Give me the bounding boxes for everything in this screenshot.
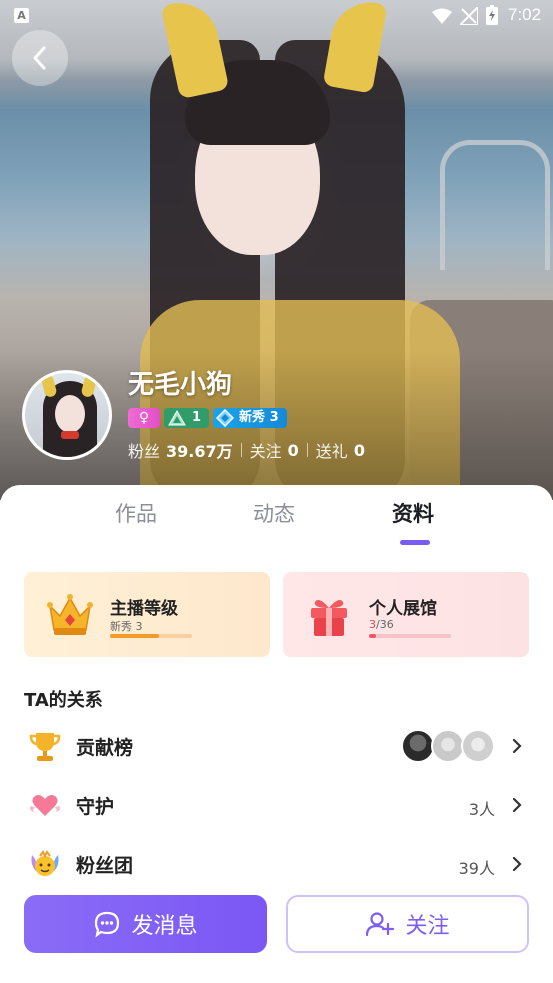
- back-button[interactable]: [12, 30, 68, 86]
- tab-works[interactable]: 作品: [115, 498, 157, 528]
- gifts-label: 送礼: [315, 442, 348, 461]
- user-level-badge[interactable]: 1: [164, 408, 210, 428]
- badge-row: ♀ 1 新秀 3: [128, 408, 287, 428]
- fan-club-icon: [31, 850, 59, 876]
- host-level-progress-fill: [110, 634, 160, 638]
- top-contributors: [401, 729, 497, 763]
- guardian-label: 守护: [76, 796, 115, 818]
- chevron-right-icon: [512, 856, 522, 872]
- mountain-level-icon: [168, 410, 186, 426]
- gallery-current: 3: [369, 618, 376, 631]
- send-message-label: 发消息: [131, 914, 198, 939]
- diamond-level-icon: [216, 409, 235, 427]
- host-level-card[interactable]: 主播等级 新秀 3: [24, 572, 270, 657]
- fans-label: 粉丝: [128, 442, 161, 461]
- divider: [240, 443, 242, 457]
- host-level-value: 新秀 3: [110, 620, 143, 633]
- gift-icon: [311, 600, 347, 636]
- fan-club-label: 粉丝团: [76, 855, 134, 877]
- chevron-left-icon: [33, 46, 46, 70]
- host-level-progress: [110, 634, 192, 638]
- clock: 7:02: [508, 5, 542, 24]
- fans-count[interactable]: 39.67万: [166, 438, 233, 462]
- profile-stats: 粉丝 39.67万 关注 0 送礼 0: [128, 438, 365, 462]
- avatar[interactable]: [22, 370, 112, 460]
- send-message-button[interactable]: 发消息: [24, 895, 267, 953]
- contribution-ranking-row[interactable]: 贡献榜: [0, 721, 553, 771]
- personal-gallery-progress-fill: [369, 634, 376, 638]
- relations-heading: TA的关系: [24, 690, 103, 711]
- personal-gallery-progress: [369, 634, 451, 638]
- tab-moments[interactable]: 动态: [253, 498, 295, 528]
- divider: [306, 443, 308, 457]
- follow-label: 关注: [405, 914, 450, 939]
- no-sim-icon: [460, 7, 478, 25]
- gifts-count[interactable]: 0: [354, 441, 365, 460]
- following-label: 关注: [249, 442, 282, 461]
- personal-gallery-card[interactable]: 个人展馆 3/36: [283, 572, 529, 657]
- personal-gallery-title: 个人展馆: [369, 599, 437, 619]
- heart-wings-icon: [30, 795, 60, 816]
- gender-badge: ♀: [128, 408, 160, 428]
- host-level-title: 主播等级: [110, 599, 178, 619]
- guardian-count: 3人: [468, 800, 495, 819]
- wifi-icon: [432, 8, 452, 24]
- chevron-right-icon: [512, 797, 522, 813]
- fan-club-count: 39人: [458, 859, 495, 878]
- crown-icon: [47, 594, 93, 635]
- personal-gallery-count: 3/36: [369, 618, 394, 631]
- status-bar: A 7:02: [0, 0, 553, 32]
- host-level-label: 新秀 3: [239, 410, 279, 425]
- profile-nickname: 无毛小狗: [128, 370, 233, 400]
- following-count[interactable]: 0: [288, 441, 299, 460]
- chat-bubble-icon: [95, 911, 120, 938]
- battery-icon: [486, 5, 498, 25]
- follow-button[interactable]: 关注: [286, 895, 529, 953]
- user-level-value: 1: [192, 410, 202, 425]
- notification-a-icon: A: [14, 8, 29, 23]
- guardian-row[interactable]: 守护 3人: [0, 780, 553, 830]
- chevron-right-icon: [512, 738, 522, 754]
- trophy-icon: [29, 733, 61, 761]
- gallery-total: /36: [376, 618, 394, 631]
- contribution-ranking-label: 贡献榜: [76, 737, 134, 759]
- add-user-icon: [366, 912, 395, 937]
- contributor-avatar: [401, 729, 435, 763]
- host-level-badge[interactable]: 新秀 3: [213, 408, 287, 428]
- active-tab-indicator: [400, 540, 430, 545]
- contributor-avatar: [431, 729, 465, 763]
- contributor-avatar: [461, 729, 495, 763]
- tab-profile[interactable]: 资料: [392, 498, 434, 528]
- profile-tabs: 作品 动态 资料: [0, 498, 553, 548]
